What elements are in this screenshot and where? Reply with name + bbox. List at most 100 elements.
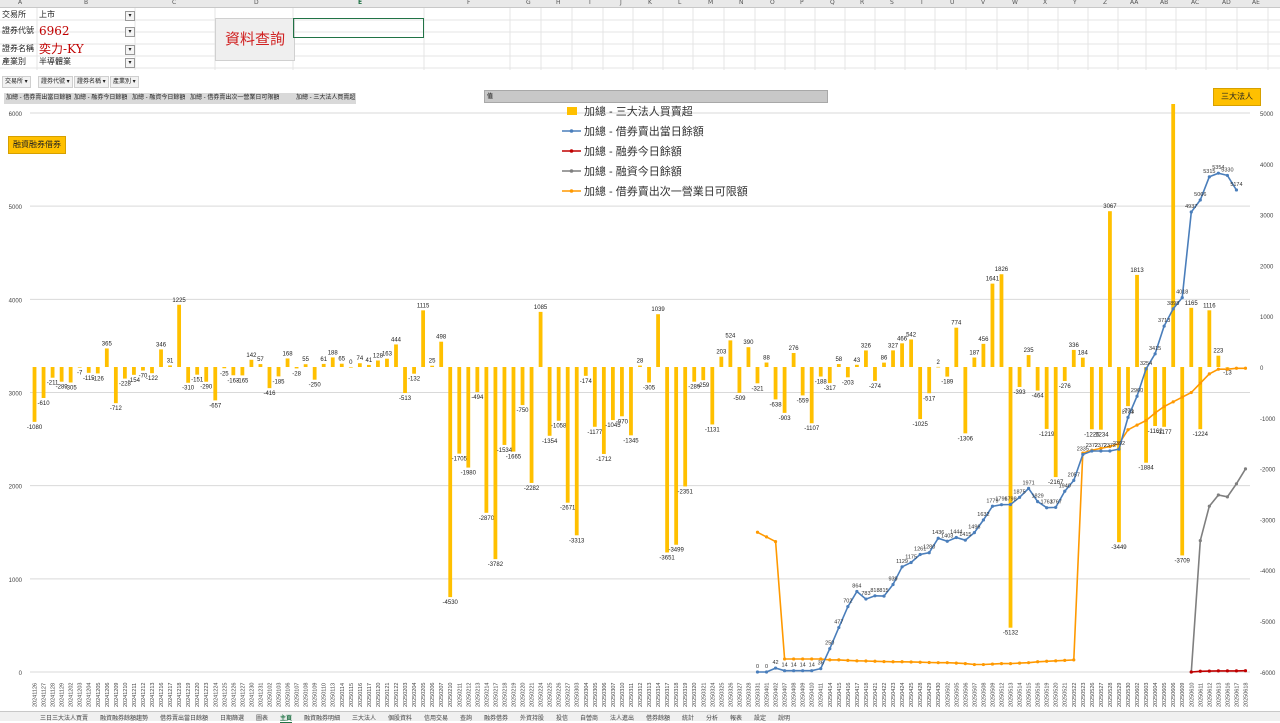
filter-icon[interactable]: ▾ <box>125 11 135 21</box>
institutional-bar <box>403 367 407 394</box>
bar-data-label: 542 <box>906 332 917 338</box>
column-letter-p[interactable]: P <box>800 0 804 6</box>
column-letter-v[interactable]: V <box>981 0 985 6</box>
column-letter-ad[interactable]: AD <box>1222 0 1231 6</box>
x-axis-date-label: 20250227 <box>566 683 572 707</box>
sheet-tab[interactable]: 信用交易 <box>424 713 448 722</box>
column-letter-i[interactable]: I <box>589 0 591 6</box>
institutional-bar <box>981 343 986 367</box>
field-slicer-button[interactable]: 交易所 ▾ <box>2 76 31 88</box>
institutional-bar <box>122 367 127 379</box>
field-slicer-button[interactable]: 證券名稱 ▾ <box>74 76 109 88</box>
sheet-tab[interactable]: 查詢 <box>460 713 472 722</box>
sheet-tab[interactable]: 借券餘額 <box>646 713 670 722</box>
institutional-bar <box>1207 310 1212 367</box>
x-axis-date-label: 20250609 <box>1180 683 1186 707</box>
short-balance-point <box>1234 669 1239 673</box>
column-letter-m[interactable]: M <box>708 0 713 6</box>
value-field-button[interactable]: 加總 - 融資今日餘額 <box>132 93 185 104</box>
column-letter-y[interactable]: Y <box>1073 0 1077 6</box>
institutional-bar <box>972 357 977 367</box>
filter-value[interactable]: 6962 <box>39 25 70 37</box>
institutional-bar <box>1198 367 1203 430</box>
column-letter-c[interactable]: C <box>172 0 176 6</box>
institutional-bar <box>638 365 642 367</box>
bar-data-label: 31 <box>167 358 174 364</box>
column-letter-g[interactable]: G <box>526 0 531 6</box>
column-letter-s[interactable]: S <box>890 0 894 6</box>
selected-cell[interactable] <box>293 18 424 38</box>
filter-value[interactable]: 上市 <box>39 9 55 21</box>
column-letter-b[interactable]: B <box>84 0 88 6</box>
sheet-tab[interactable]: 投信 <box>556 713 568 722</box>
sheet-tab[interactable]: 日期篩選 <box>220 713 244 722</box>
column-letter-x[interactable]: X <box>1043 0 1047 6</box>
column-letter-aa[interactable]: AA <box>1130 0 1138 6</box>
bar-data-label: -712 <box>110 406 123 412</box>
column-letter-f[interactable]: F <box>467 0 470 6</box>
sheet-tab[interactable]: 圖表 <box>256 713 268 722</box>
column-letter-n[interactable]: N <box>739 0 744 6</box>
sheet-tab[interactable]: 自營商 <box>580 713 598 722</box>
value-field-button[interactable]: 加總 - 借券賣出當日餘額 <box>6 93 71 104</box>
sheet-tab[interactable]: 主頁 <box>280 713 293 723</box>
sheet-tab[interactable]: 報表 <box>730 713 742 722</box>
next-day-limit-point <box>855 659 859 663</box>
filter-icon[interactable]: ▾ <box>125 27 135 37</box>
sheet-tab[interactable]: 融券借券 <box>484 713 508 722</box>
sheet-tab[interactable]: 融資融券餘額趨勢 <box>100 713 148 722</box>
column-letter-o[interactable]: O <box>770 0 775 6</box>
column-letter-t[interactable]: T <box>920 0 924 6</box>
filter-icon[interactable]: ▾ <box>125 58 135 68</box>
column-letter-h[interactable]: H <box>556 0 561 6</box>
query-button[interactable]: 資料查詢 <box>215 18 295 61</box>
column-letter-ac[interactable]: AC <box>1191 0 1199 6</box>
sheet-tab[interactable]: 外資持股 <box>520 713 544 722</box>
sheet-tab[interactable]: 融資融券明細 <box>304 713 340 722</box>
column-letter-d[interactable]: D <box>254 0 259 6</box>
sheet-tab[interactable]: 三日三大法人買賣 <box>40 713 88 722</box>
field-slicer-button[interactable]: 證券代號 ▾ <box>38 76 73 88</box>
sheet-tab[interactable]: 三大法人 <box>352 713 376 722</box>
column-letter-q[interactable]: Q <box>830 0 835 6</box>
chart-scrollbar[interactable]: 值 <box>484 90 828 103</box>
column-letter-e[interactable]: E <box>358 0 362 6</box>
institutional-bar <box>773 367 778 400</box>
x-axis-date-label: 20250319 <box>683 683 689 707</box>
x-axis-date-label: 20250212 <box>466 683 472 707</box>
sheet-tab[interactable]: 說明 <box>778 713 790 722</box>
sheet-tab[interactable]: 個股資料 <box>388 713 412 722</box>
institutional-bar <box>665 367 670 553</box>
column-letter-r[interactable]: R <box>860 0 864 6</box>
value-field-button[interactable]: 加總 - 融券今日餘額 <box>74 93 127 104</box>
column-letter-ab[interactable]: AB <box>1160 0 1168 6</box>
borrow-balance-label: 3898 <box>1167 301 1179 307</box>
institutional-bar <box>755 367 760 384</box>
value-field-button[interactable]: 加總 - 三大法人買賣超 <box>296 93 355 104</box>
column-letter-u[interactable]: U <box>950 0 954 6</box>
column-letter-ae[interactable]: AE <box>1252 0 1260 6</box>
column-letter-l[interactable]: L <box>678 0 681 6</box>
filter-icon[interactable]: ▾ <box>125 45 135 55</box>
bar-data-label: 1039 <box>651 307 665 313</box>
column-letter-k[interactable]: K <box>648 0 652 6</box>
column-letter-w[interactable]: W <box>1012 0 1018 6</box>
value-field-button[interactable]: 加總 - 借券賣出次一營業日可限額 <box>190 93 279 104</box>
sheet-tab[interactable]: 借券賣出當日餘額 <box>160 713 208 722</box>
field-slicer-button[interactable]: 產業別 ▾ <box>110 76 139 88</box>
sheet-tab[interactable]: 法人進出 <box>610 713 634 722</box>
x-axis-date-label: 20250402 <box>774 683 780 707</box>
column-letter-z[interactable]: Z <box>1103 0 1107 6</box>
institutional-bar <box>330 357 335 367</box>
institutional-bar <box>141 367 145 371</box>
borrow-balance-label: 2057 <box>1068 472 1080 478</box>
column-letter-a[interactable]: A <box>18 0 22 6</box>
borrow-balance-label: 939 <box>888 577 897 583</box>
column-letter-j[interactable]: J <box>620 0 622 6</box>
sheet-tab[interactable]: 設定 <box>754 713 766 722</box>
filter-value[interactable]: 半導體業 <box>39 56 71 68</box>
sheet-tab[interactable]: 統計 <box>682 713 694 722</box>
borrow-balance-point <box>1216 171 1220 175</box>
filter-value[interactable]: 奕力-KY <box>39 43 84 55</box>
sheet-tab[interactable]: 分析 <box>706 713 718 722</box>
